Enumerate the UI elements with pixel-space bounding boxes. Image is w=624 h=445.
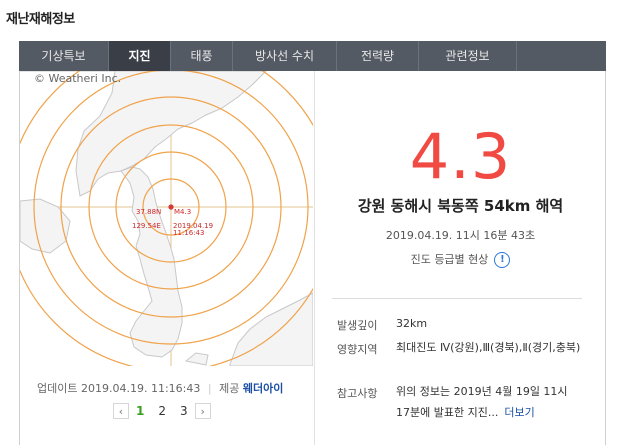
magnitude-value: 4.3 xyxy=(409,120,512,193)
depth-label: 발생깊이 xyxy=(337,319,378,332)
update-label: 업데이트 xyxy=(37,382,78,395)
update-info: 업데이트 2019.04.19. 11:16:43 | 제공 웨더아이 xyxy=(37,380,283,396)
tab-typhoon[interactable]: 태풍 xyxy=(171,41,233,71)
time-label: 11:16:43 xyxy=(173,229,204,237)
next-page-button[interactable]: › xyxy=(194,403,211,419)
info-icon[interactable]: ! xyxy=(494,252,511,268)
tab-earthquake[interactable]: 지진 xyxy=(109,41,171,71)
tab-power[interactable]: 전력량 xyxy=(337,41,419,71)
region-label: 영향지역 xyxy=(337,343,378,356)
magnitude-label: M4.3 xyxy=(174,208,191,216)
page-3[interactable]: 3 xyxy=(180,404,188,418)
intensity-link-label: 진도 등급별 현상 xyxy=(410,253,489,266)
map-copyright: © Weatheri Inc. xyxy=(34,72,122,85)
island xyxy=(184,352,209,366)
depth-value: 32km xyxy=(396,317,428,330)
epicenter-marker xyxy=(168,204,174,210)
quake-location: 강원 동해시 북동쪽 54km 해역 xyxy=(357,197,564,215)
details-divider xyxy=(332,298,582,299)
pagination: ‹ 1 2 3 › xyxy=(113,403,211,419)
region-value: 최대진도 Ⅳ(강원),Ⅲ(경북),Ⅱ(경기,충북) xyxy=(396,341,581,354)
tab-weather-warning[interactable]: 기상특보 xyxy=(19,41,109,71)
page-2[interactable]: 2 xyxy=(158,404,166,418)
more-link[interactable]: 더보기 xyxy=(504,406,534,419)
update-datetime: 2019.04.19. 11:16:43 xyxy=(80,382,201,395)
quake-datetime: 2019.04.19. 11시 16분 43초 xyxy=(385,229,536,242)
prev-page-button[interactable]: ‹ xyxy=(113,403,129,419)
note-value: 위의 정보는 2019년 4월 19일 11시 17분에 발표한 지진... xyxy=(396,385,568,419)
page-title: 재난재해정보 xyxy=(6,12,75,27)
tab-radiation[interactable]: 방사선 수치 xyxy=(233,41,337,71)
page-1[interactable]: 1 xyxy=(136,404,144,418)
provider-label: 제공 xyxy=(219,382,240,395)
intensity-link[interactable]: 진도 등급별 현상! xyxy=(315,251,606,268)
tab-bar: 기상특보 지진 태풍 방사선 수치 전력량 관련정보 xyxy=(19,41,606,71)
map-svg: 37.88N M4.3 129.54E 2019.04.19 11:16:43 xyxy=(20,71,313,366)
tab-related-info[interactable]: 관련정보 xyxy=(419,41,517,71)
separator: | xyxy=(207,382,212,395)
provider-link[interactable]: 웨더아이 xyxy=(243,382,283,395)
latitude-label: 37.88N xyxy=(136,208,161,216)
longitude-label: 129.54E xyxy=(132,222,161,230)
note-label: 참고사항 xyxy=(337,387,378,400)
earthquake-map: 37.88N M4.3 129.54E 2019.04.19 11:16:43 … xyxy=(20,71,313,366)
note-text-wrap: 위의 정보는 2019년 4월 19일 11시 17분에 발표한 지진... 더보… xyxy=(396,381,581,423)
